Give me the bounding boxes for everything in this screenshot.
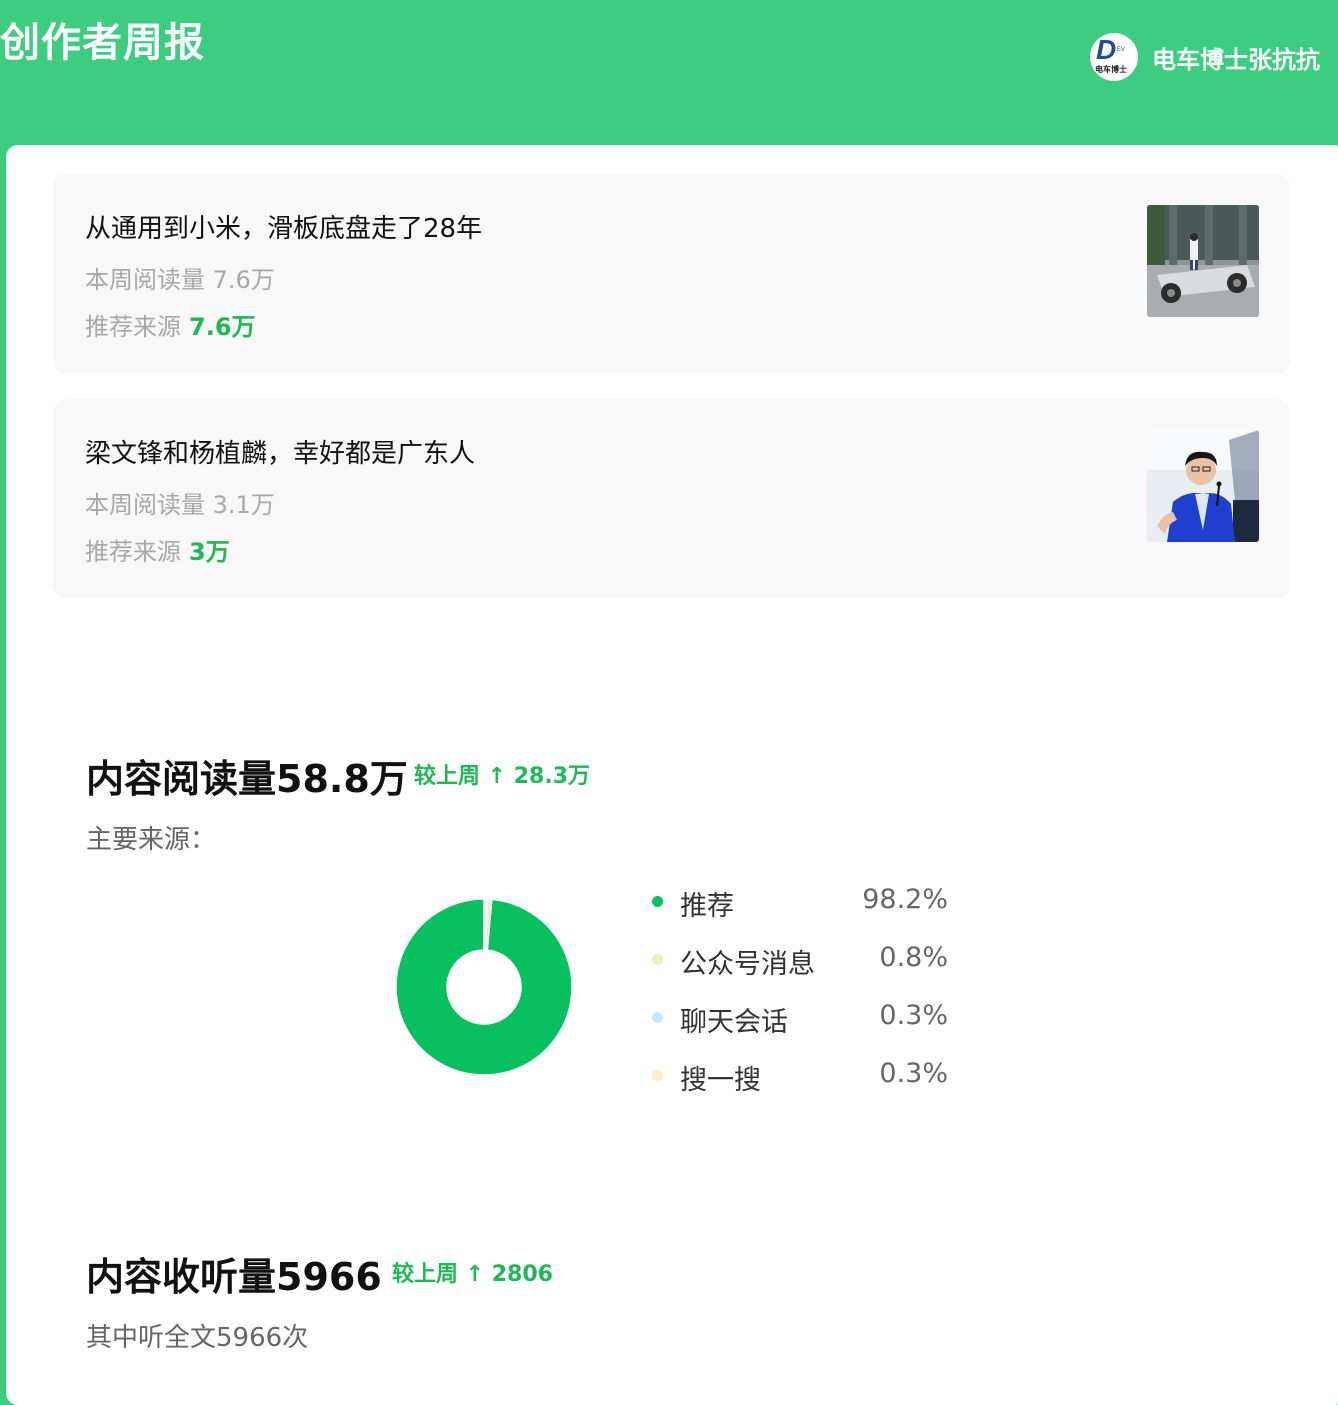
article-thumbnail[interactable] xyxy=(1147,205,1259,317)
listening-total-title: 内容收听量5966 xyxy=(86,1255,382,1299)
avatar-logo-mark: EV xyxy=(1117,47,1126,53)
article-title[interactable]: 从通用到小米，滑板底盘走了28年 xyxy=(85,208,482,245)
legend-dot-icon xyxy=(652,1070,663,1081)
legend-label: 公众号消息 xyxy=(680,949,815,980)
reading-total-title: 内容阅读量58.8万 xyxy=(86,757,408,801)
avatar-caption: 电车博士 xyxy=(1095,65,1127,74)
avatar[interactable]: D EV 电车博士 xyxy=(1090,33,1138,81)
full-listen-count: 其中听全文5966次 xyxy=(86,1323,309,1353)
avatar-logo-letter: D xyxy=(1096,34,1117,65)
legend-dot-icon xyxy=(652,954,663,965)
article-card[interactable]: 梁文锋和杨植麟，幸好都是广东人 本周阅读量 3.1万 推荐来源 3万 xyxy=(53,399,1290,599)
article-source-label: 推荐来源 xyxy=(85,538,181,566)
article-weekly-views: 本周阅读量 7.6万 xyxy=(85,266,275,294)
article-thumbnail[interactable] xyxy=(1147,430,1259,542)
source-donut-chart xyxy=(395,898,573,1076)
reading-delta: 较上周 ↑ 28.3万 xyxy=(414,764,591,789)
legend-item: 搜一搜 0.3% xyxy=(648,1054,948,1112)
report-header: 创作者周报 D EV 电车博士 电车博士张抗抗 xyxy=(0,0,1338,150)
legend-dot-icon xyxy=(652,1012,663,1023)
donut-slice-4 xyxy=(483,898,487,951)
listening-delta: 较上周 ↑ 2806 xyxy=(392,1262,553,1287)
legend-value: 0.8% xyxy=(879,942,948,973)
legend-value: 0.3% xyxy=(879,1000,948,1031)
source-legend: 推荐 98.2% 公众号消息 0.8% 聊天会话 0.3% 搜一搜 0.3% xyxy=(648,880,948,1112)
chassis-photo-image xyxy=(1147,205,1259,317)
legend-item: 公众号消息 0.8% xyxy=(648,938,948,996)
legend-item: 聊天会话 0.3% xyxy=(648,996,948,1054)
legend-label: 搜一搜 xyxy=(680,1065,761,1096)
article-source: 推荐来源 7.6万 xyxy=(85,307,256,342)
article-source-label: 推荐来源 xyxy=(85,313,181,341)
speaker-photo-image xyxy=(1147,430,1259,542)
article-source-value: 3万 xyxy=(189,538,230,566)
author-name[interactable]: 电车博士张抗抗 xyxy=(1152,40,1320,75)
page-title: 创作者周报 xyxy=(0,20,205,66)
article-source: 推荐来源 3万 xyxy=(85,532,230,567)
legend-label: 聊天会话 xyxy=(680,1007,788,1038)
legend-item: 推荐 98.2% xyxy=(648,880,948,938)
main-sources-label: 主要来源： xyxy=(86,825,217,855)
legend-value: 98.2% xyxy=(862,884,948,915)
legend-label: 推荐 xyxy=(680,891,734,922)
legend-dot-icon xyxy=(652,896,663,907)
author-info[interactable]: D EV 电车博士 电车博士张抗抗 xyxy=(1090,32,1320,82)
legend-value: 0.3% xyxy=(879,1058,948,1089)
article-source-value: 7.6万 xyxy=(189,313,256,341)
article-title[interactable]: 梁文锋和杨植麟，幸好都是广东人 xyxy=(85,433,475,470)
article-card[interactable]: 从通用到小米，滑板底盘走了28年 本周阅读量 7.6万 推荐来源 7.6万 xyxy=(53,174,1290,374)
article-weekly-views: 本周阅读量 3.1万 xyxy=(85,491,275,519)
